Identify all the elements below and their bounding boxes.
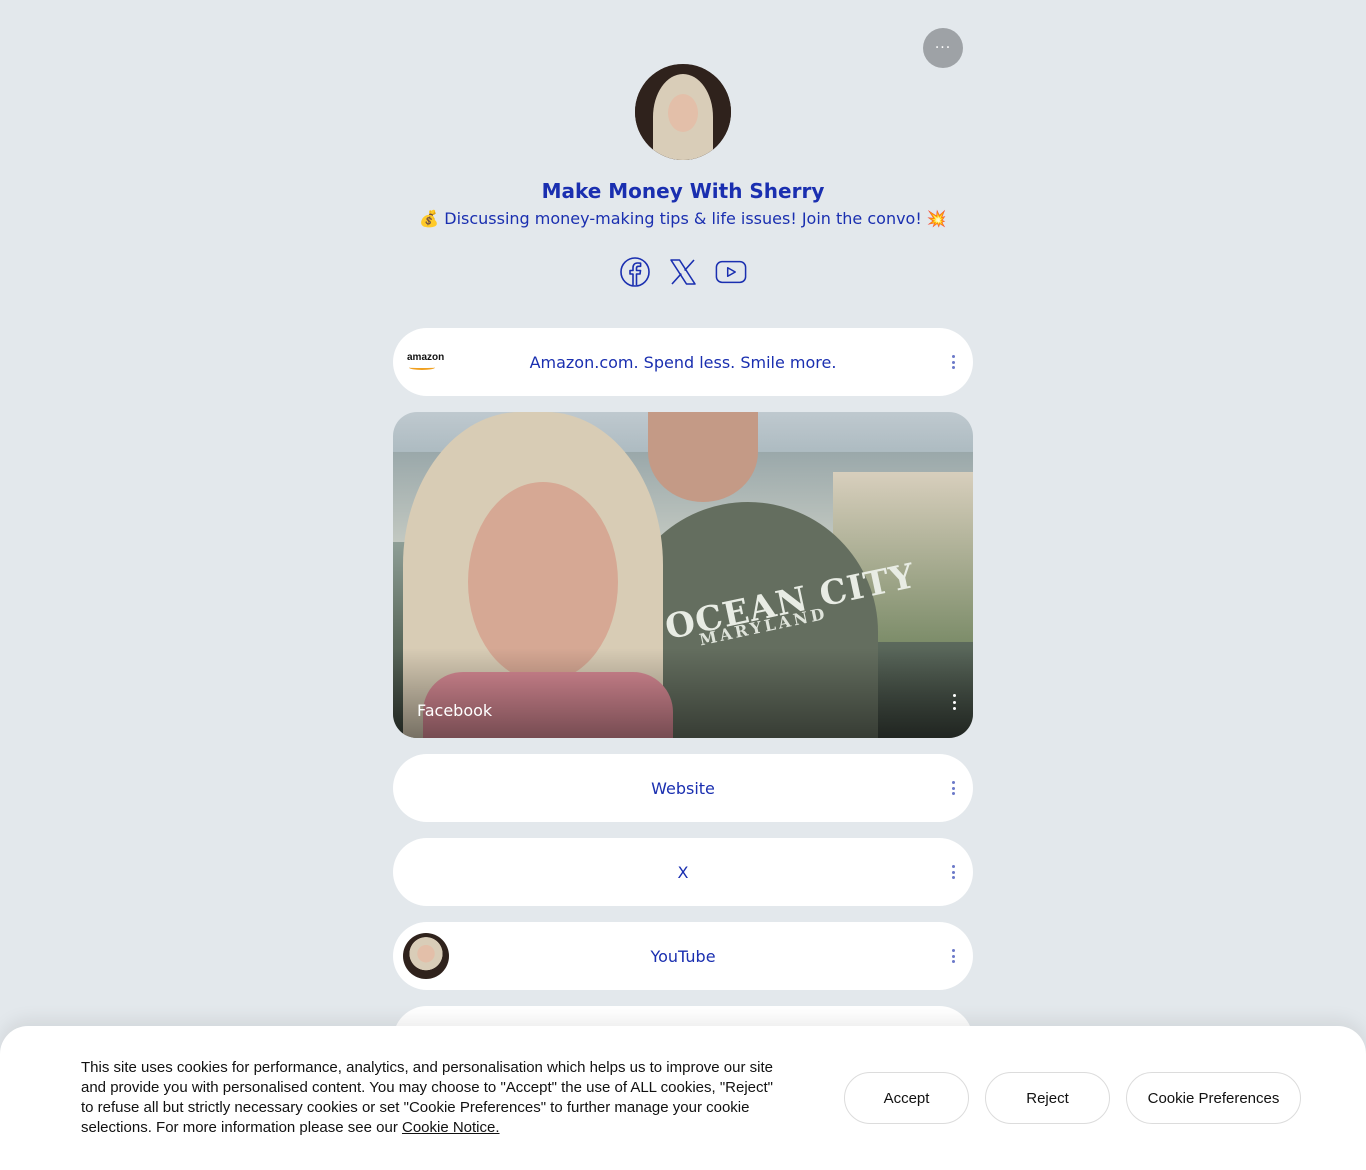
profile-title: Make Money With Sherry [541,179,825,203]
link-amazon[interactable]: amazon Amazon.com. Spend less. Smile mor… [393,328,973,396]
profile-avatar [635,64,731,160]
link-website[interactable]: Website [393,754,973,822]
cookie-message: This site uses cookies for performance, … [81,1058,781,1138]
social-icons [619,255,749,289]
cookie-preferences-button[interactable]: Cookie Preferences [1126,1072,1301,1124]
link-label: Amazon.com. Spend less. Smile more. [529,352,837,372]
link-label: YouTube [650,946,716,966]
accept-button[interactable]: Accept [844,1072,969,1124]
x-icon[interactable] [667,256,699,288]
link-label: Facebook [417,701,493,720]
link-youtube[interactable]: YouTube [393,922,973,990]
amazon-logo-icon: amazon [407,352,447,372]
link-x[interactable]: X [393,838,973,906]
cookie-notice-link[interactable]: Cookie Notice. [402,1119,500,1136]
more-options-button[interactable]: ··· [923,28,963,68]
cookie-banner: This site uses cookies for performance, … [0,1026,1366,1170]
link-thumbnail [403,933,449,979]
reject-button[interactable]: Reject [985,1072,1110,1124]
youtube-icon[interactable] [715,256,747,288]
facebook-icon[interactable] [619,256,651,288]
link-options-icon[interactable] [949,352,957,372]
link-options-icon[interactable] [949,862,957,882]
amazon-logo-text: amazon [407,352,445,363]
link-label: Website [651,778,715,798]
link-label: X [677,862,689,882]
link-options-icon[interactable] [949,946,957,966]
link-facebook-featured[interactable]: OCEAN CITY MARYLAND Facebook [393,412,973,738]
link-options-icon[interactable] [949,778,957,798]
link-options-icon[interactable] [951,694,957,710]
profile-bio: 💰 Discussing money-making tips & life is… [419,209,947,228]
